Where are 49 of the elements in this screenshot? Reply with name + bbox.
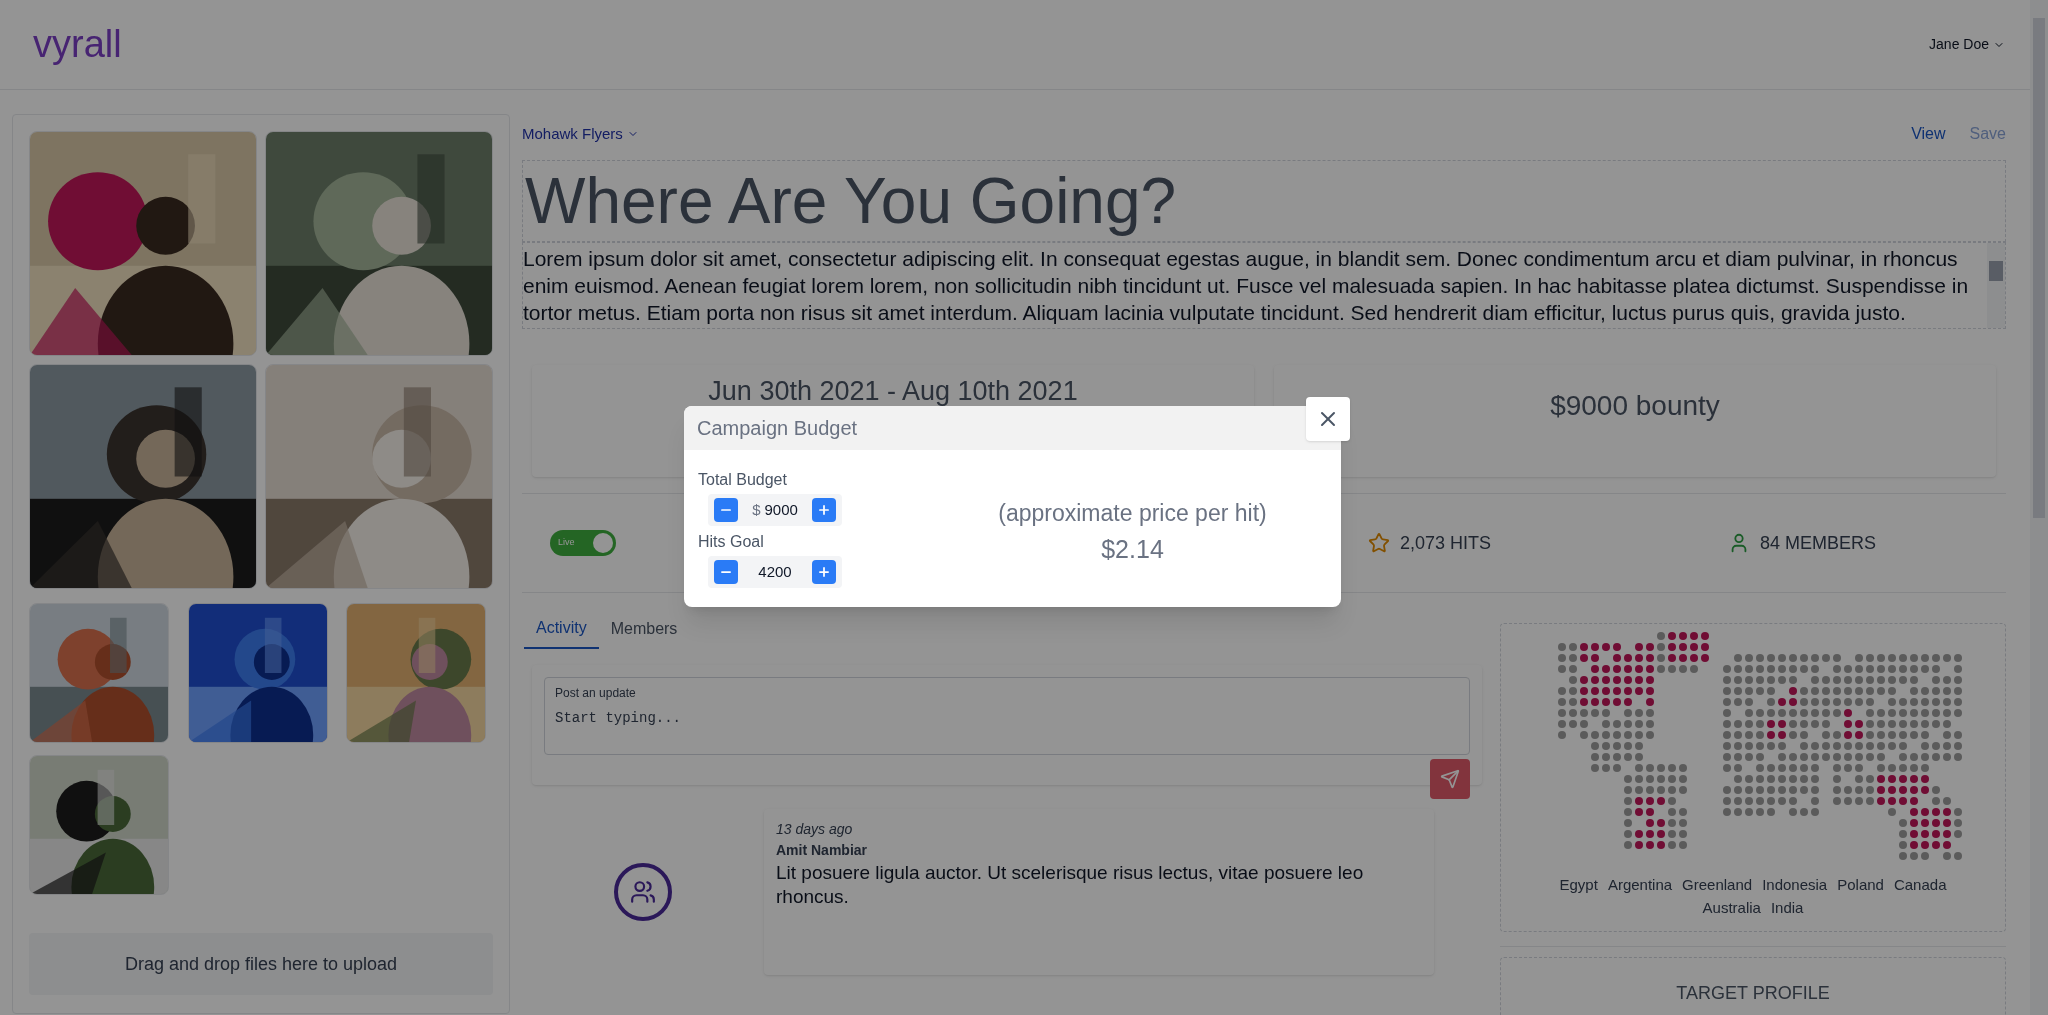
country-label: Argentina <box>1607 875 1673 895</box>
tab[interactable]: Activity <box>524 609 599 649</box>
post-author: Amit Nambiar <box>776 841 869 860</box>
send-button[interactable] <box>1430 759 1470 799</box>
page-scrollbar[interactable] <box>2030 0 2048 1015</box>
country-label: Poland <box>1837 875 1884 895</box>
live-label: Live <box>558 536 575 550</box>
logo[interactable]: vyrall <box>33 16 122 73</box>
tab[interactable]: Members <box>598 609 690 649</box>
action-link[interactable]: View <box>1911 122 1946 146</box>
send-icon <box>1440 769 1460 789</box>
stat-text: 2,073 HITS <box>1400 531 1492 555</box>
post-input[interactable]: Start typing... <box>555 708 1459 729</box>
increment-button[interactable] <box>812 560 836 584</box>
post-field[interactable]: Post an update Start typing... <box>544 677 1470 755</box>
user-menu[interactable]: Jane Doe <box>1929 34 2005 55</box>
post-text: Lit posuere ligula auctor. Ut scelerisque risus lectus, vitae posuere leo rhoncus. <box>776 861 1365 909</box>
stepper-value: 9000 <box>764 499 798 520</box>
group-selector[interactable]: Mohawk Flyers <box>522 122 639 146</box>
price-caption: (approximate price per hit) <box>998 499 1267 528</box>
title-field[interactable]: Where Are You Going? <box>522 160 2006 242</box>
country-label: India <box>1770 897 1804 918</box>
field-label: Post an update <box>555 685 637 702</box>
stepper-value: 4200 <box>758 561 792 582</box>
number-stepper[interactable]: 4200 <box>708 556 842 588</box>
currency-symbol: $ <box>752 499 761 520</box>
plus-icon <box>817 503 831 517</box>
live-toggle[interactable]: Live <box>550 530 616 556</box>
decrement-button[interactable] <box>714 498 738 522</box>
people-icon <box>630 879 656 905</box>
country-label: Greenland <box>1682 875 1753 895</box>
star-icon <box>1368 532 1390 554</box>
upload-dropzone[interactable]: Drag and drop files here to upload <box>29 933 493 995</box>
bounty-card: $9000 bounty <box>1274 365 1996 477</box>
decrement-button[interactable] <box>714 560 738 584</box>
country-label: Canada <box>1893 875 1947 895</box>
field-label: Hits Goal <box>698 532 765 552</box>
price-per-hit: $2.14 <box>1101 533 1164 565</box>
dialog-title: Campaign Budget <box>697 416 858 441</box>
plus-icon <box>817 565 831 579</box>
country-label: Egypt <box>1559 875 1598 895</box>
country-label: Australia <box>1702 897 1761 918</box>
country-label: Indonesia <box>1762 875 1828 895</box>
post-time: 13 days ago <box>776 820 854 839</box>
increment-button[interactable] <box>812 498 836 522</box>
section-title: TARGET PROFILE <box>1676 982 1830 1005</box>
close-button[interactable] <box>1306 397 1350 441</box>
stat-text: 84 MEMBERS <box>1760 531 1877 555</box>
number-stepper[interactable]: $ 9000 <box>708 494 842 526</box>
